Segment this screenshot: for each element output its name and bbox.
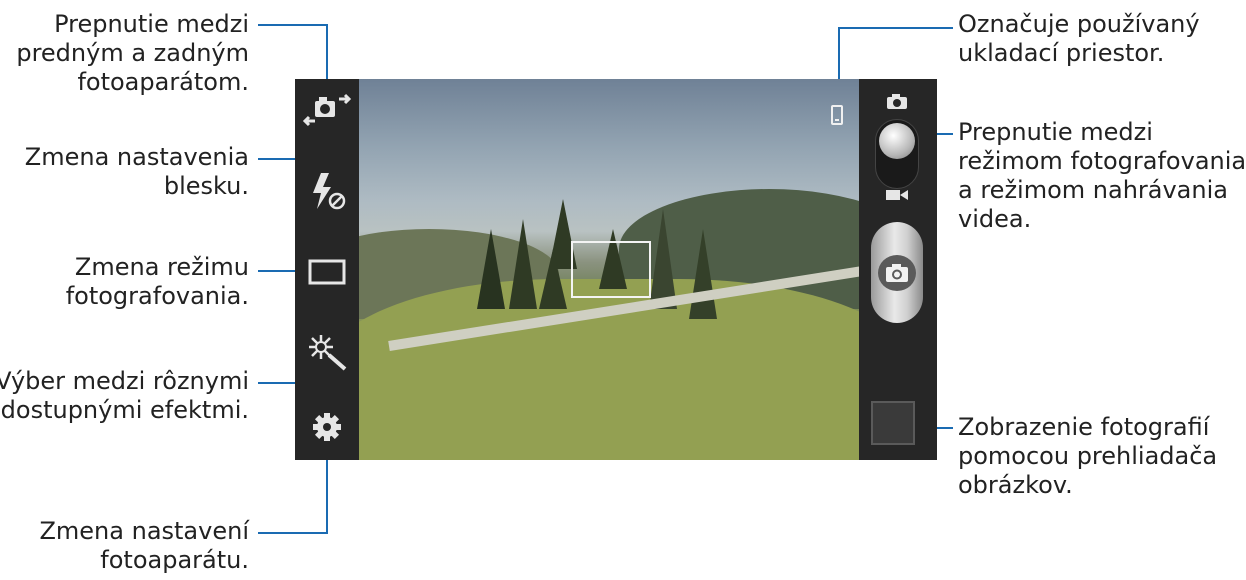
shooting-mode-icon[interactable] — [301, 249, 353, 293]
callout-line-1: Prepnutie medzi — [54, 10, 249, 38]
callout-line-1: Prepnutie medzi — [958, 118, 1153, 146]
mode-toggle-knob[interactable] — [879, 123, 915, 159]
callout-line-1: Zmena nastavenia — [24, 143, 249, 171]
settings-gear-icon[interactable] — [301, 405, 353, 449]
callout-line-2: blesku. — [163, 172, 249, 200]
callout-shooting-mode: Zmena režimu fotografovania. — [66, 253, 249, 311]
leader-line — [258, 270, 298, 272]
callout-line-2: fotoaparátu. — [100, 546, 249, 574]
callout-gallery: Zobrazenie fotografií pomocou prehliadač… — [958, 413, 1217, 500]
tree — [477, 229, 505, 309]
leader-line — [838, 27, 953, 29]
gallery-thumbnail[interactable] — [871, 401, 915, 445]
leader-line — [326, 455, 328, 534]
left-control-panel — [295, 79, 359, 460]
callout-line-1: Výber medzi rôznymi — [0, 367, 249, 395]
focus-frame — [571, 241, 651, 298]
tree — [509, 219, 537, 309]
callout-line-3: obrázkov. — [958, 471, 1073, 499]
callout-settings: Zmena nastavení fotoaparátu. — [39, 517, 249, 575]
switch-camera-icon[interactable] — [301, 87, 353, 131]
callout-line-2: ukladací priestor. — [958, 39, 1165, 67]
callout-line-2: režimom fotografovania — [958, 147, 1246, 175]
camera-screen — [295, 79, 937, 460]
callout-line-2: predným a zadným — [16, 39, 249, 67]
callout-line-1: Zmena nastavení — [39, 517, 249, 545]
right-control-panel — [859, 79, 937, 460]
leader-line — [258, 24, 328, 26]
callout-line-2: pomocou prehliadača — [958, 442, 1218, 470]
camera-icon — [878, 255, 916, 291]
leader-line — [258, 532, 328, 534]
mode-toggle-switch[interactable] — [875, 119, 919, 189]
callout-line-2: dostupnými efektmi. — [0, 396, 249, 424]
callout-line-3: a režimom nahrávania — [958, 176, 1228, 204]
callout-line-3: fotoaparátom. — [77, 68, 249, 96]
leader-line — [326, 24, 328, 86]
tree — [649, 209, 677, 309]
callout-line-1: Označuje používaný — [958, 10, 1200, 38]
callout-storage: Označuje používaný ukladací priestor. — [958, 10, 1200, 68]
video-mode-icon — [885, 187, 909, 203]
callout-line-2: fotografovania. — [65, 282, 249, 310]
tree — [689, 229, 717, 319]
callout-mode-switch: Prepnutie medzi režimom fotografovania a… — [958, 118, 1246, 234]
callout-switch-camera: Prepnutie medzi predným a zadným fotoapa… — [16, 10, 249, 97]
storage-phone-icon — [831, 105, 843, 125]
callout-flash: Zmena nastavenia blesku. — [25, 143, 249, 201]
callout-line-4: videa. — [958, 205, 1032, 233]
callout-effects: Výber medzi rôznymi dostupnými efektmi. — [0, 367, 249, 425]
tree — [539, 249, 567, 309]
camera-mode-icon — [885, 93, 909, 111]
callout-line-1: Zmena režimu — [74, 253, 249, 281]
flash-off-icon[interactable] — [301, 169, 353, 213]
camera-viewfinder[interactable] — [359, 79, 859, 460]
shutter-button[interactable] — [871, 222, 923, 323]
effects-wand-icon[interactable] — [301, 329, 353, 373]
callout-line-1: Zobrazenie fotografií — [958, 413, 1210, 441]
